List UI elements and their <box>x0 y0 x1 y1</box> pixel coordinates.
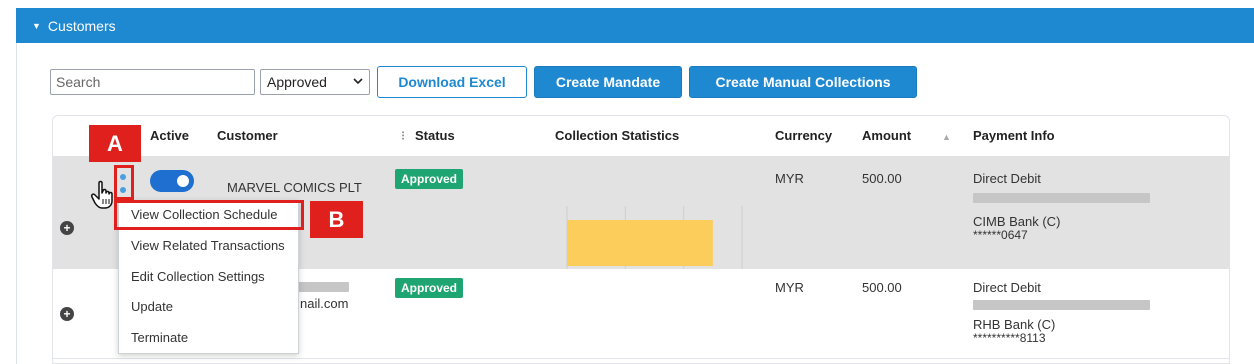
panel-title: Customers <box>47 17 116 34</box>
account-number: ******0647 <box>973 228 1028 242</box>
expand-row-icon[interactable]: + <box>60 307 74 321</box>
create-manual-collections-button[interactable]: Create Manual Collections <box>689 66 917 98</box>
amount-value: 500.00 <box>862 171 902 186</box>
column-payment-info[interactable]: Payment Info <box>973 128 1055 143</box>
column-customer[interactable]: Customer <box>217 128 278 143</box>
customer-email: nail.com <box>300 296 349 311</box>
status-filter-value: Approved <box>267 74 327 90</box>
column-currency[interactable]: Currency <box>775 128 832 143</box>
bar <box>567 220 713 266</box>
column-active[interactable]: Active <box>150 128 189 143</box>
highlight-box-a <box>114 165 134 200</box>
annotation-marker-a: A <box>89 125 141 162</box>
create-mandate-button[interactable]: Create Mandate <box>534 66 682 98</box>
toolbar: Approved Download Excel Create Mandate C… <box>50 66 917 98</box>
toggle-knob <box>177 175 189 187</box>
status-badge: Approved <box>395 169 464 189</box>
menu-item-view-related-transactions[interactable]: View Related Transactions <box>131 238 285 253</box>
menu-item-update[interactable]: Update <box>131 299 173 314</box>
menu-item-terminate[interactable]: Terminate <box>131 330 188 345</box>
payment-method: Direct Debit <box>973 280 1041 295</box>
currency-value: MYR <box>775 171 804 186</box>
sort-up-icon[interactable]: ▲ <box>942 132 951 142</box>
column-amount[interactable]: Amount <box>862 128 911 143</box>
table-header: Active Customer ⁝ Status Collection Stat… <box>53 116 1229 156</box>
annotation-marker-b: B <box>310 201 363 238</box>
highlight-box-b <box>114 200 304 230</box>
customer-name: MARVEL COMICS PLT <box>227 180 362 195</box>
column-collection-statistics[interactable]: Collection Statistics <box>555 128 679 143</box>
redacted-text <box>973 300 1150 310</box>
search-input[interactable] <box>50 69 255 95</box>
amount-value: 500.00 <box>862 280 902 295</box>
account-number: **********8113 <box>973 331 1046 345</box>
chevron-down-icon <box>353 77 363 88</box>
bank-name: RHB Bank (C) <box>973 317 1056 332</box>
bank-name: CIMB Bank (C) <box>973 214 1061 229</box>
expand-row-icon[interactable]: + <box>60 221 74 235</box>
drag-handle-icon[interactable]: ⁝ <box>401 128 405 144</box>
redacted-text <box>973 193 1150 203</box>
payment-method: Direct Debit <box>973 171 1041 186</box>
menu-item-edit-collection-settings[interactable]: Edit Collection Settings <box>131 269 265 284</box>
download-excel-button[interactable]: Download Excel <box>377 66 527 98</box>
active-toggle[interactable] <box>150 170 194 192</box>
column-status[interactable]: Status <box>415 128 455 143</box>
status-badge: Approved <box>395 278 464 298</box>
status-filter-select[interactable]: Approved <box>260 69 370 95</box>
customers-panel-header[interactable]: ▼ Customers <box>16 8 1254 43</box>
currency-value: MYR <box>775 280 804 295</box>
caret-down-icon: ▼ <box>32 20 41 31</box>
